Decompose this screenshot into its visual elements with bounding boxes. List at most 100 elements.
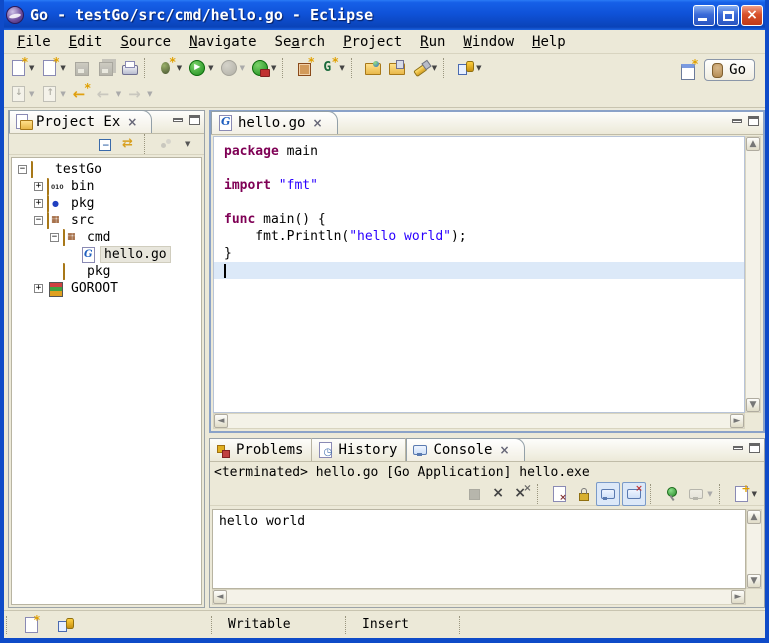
search-dropdown-icon[interactable]: ▼: [432, 64, 437, 72]
new-go-file-button[interactable]: ▼: [317, 56, 346, 80]
minimize-view-icon[interactable]: [173, 118, 183, 122]
close-button[interactable]: ×: [741, 5, 763, 26]
tab-problems[interactable]: Problems: [210, 438, 312, 461]
new-button[interactable]: ▼: [7, 56, 36, 80]
fast-view-button[interactable]: [20, 613, 42, 637]
collapse-all-button[interactable]: [94, 132, 116, 156]
collapse-icon[interactable]: −: [34, 216, 43, 225]
horizontal-sash[interactable]: [209, 433, 765, 438]
new-dropdown-icon[interactable]: ▼: [29, 64, 34, 72]
show-console-stdout-button[interactable]: [596, 482, 620, 506]
tab-console[interactable]: Console×: [406, 438, 524, 461]
maximize-editor-icon[interactable]: [748, 116, 759, 126]
pin-console-icon: [663, 485, 681, 503]
code-editor[interactable]: package mainimport "fmt"func main() { fm…: [213, 136, 745, 413]
menu-navigate[interactable]: Navigate: [180, 32, 265, 52]
new-menu-button[interactable]: ▼: [38, 56, 67, 80]
menu-edit[interactable]: Edit: [60, 32, 112, 52]
menu-help[interactable]: Help: [523, 32, 575, 52]
tree-item-pkg[interactable]: +pkg: [12, 195, 201, 212]
toolbar-separator: [443, 58, 450, 78]
open-console-button[interactable]: ▼: [730, 482, 759, 506]
tree-item-bin[interactable]: +bin: [12, 178, 201, 195]
editor-tab-close-icon[interactable]: ×: [312, 116, 322, 130]
maximize-view-icon[interactable]: [189, 115, 200, 125]
console-scroll-right-icon[interactable]: ►: [731, 590, 745, 604]
search-button[interactable]: ▼: [410, 56, 439, 80]
console-output[interactable]: hello world: [212, 509, 746, 589]
remove-all-terminated-button[interactable]: [511, 482, 533, 506]
collapse-icon[interactable]: −: [18, 165, 27, 174]
go-file-icon: [216, 114, 234, 132]
tree-item-testGo[interactable]: −testGo: [12, 161, 201, 178]
external-tools-dropdown-icon[interactable]: ▼: [271, 64, 276, 72]
tree-item-src[interactable]: −src: [12, 212, 201, 229]
maximize-console-icon[interactable]: [749, 443, 760, 453]
remove-launch-button[interactable]: [487, 482, 509, 506]
new-menu-dropdown-icon[interactable]: ▼: [60, 64, 65, 72]
tree-item-GOROOT[interactable]: +GOROOT: [12, 280, 201, 297]
minimize-editor-icon[interactable]: [732, 119, 742, 123]
scroll-up-icon[interactable]: ▲: [746, 137, 760, 151]
console-scroll-left-icon[interactable]: ◄: [213, 590, 227, 604]
trim-tool-button[interactable]: [54, 613, 76, 637]
go-build-dropdown-icon[interactable]: ▼: [476, 64, 481, 72]
go-perspective-button[interactable]: Go: [704, 59, 755, 81]
editor-tab-hello-go[interactable]: hello.go ×: [211, 111, 338, 134]
run-dropdown-icon[interactable]: ▼: [208, 64, 213, 72]
project-explorer-close-icon[interactable]: ×: [127, 115, 137, 129]
tree-item-pkg[interactable]: pkg: [12, 263, 201, 280]
vertical-sash[interactable]: [205, 110, 209, 608]
menu-window[interactable]: Window: [454, 32, 523, 52]
collapse-icon[interactable]: −: [50, 233, 59, 242]
last-edit-location-button[interactable]: [70, 82, 92, 106]
open-console-dropdown-icon[interactable]: ▼: [752, 490, 757, 498]
run-button[interactable]: ▼: [186, 56, 215, 80]
menu-source[interactable]: Source: [111, 32, 180, 52]
scroll-right-icon[interactable]: ►: [730, 414, 744, 428]
clear-console-button[interactable]: [548, 482, 570, 506]
menu-run[interactable]: Run: [411, 32, 454, 52]
new-go-package-button[interactable]: [293, 56, 315, 80]
eclipse-logo-icon: [6, 6, 24, 24]
go-build-button[interactable]: ▼: [454, 56, 483, 80]
console-icon: [411, 441, 429, 459]
open-perspective-button[interactable]: [677, 58, 699, 82]
scroll-lock-button[interactable]: [572, 482, 594, 506]
expand-icon[interactable]: +: [34, 284, 43, 293]
project-explorer-header: Project Ex ×: [9, 111, 204, 134]
show-console-stderr-button[interactable]: [622, 482, 646, 506]
menu-project[interactable]: Project: [334, 32, 411, 52]
scroll-left-icon[interactable]: ◄: [214, 414, 228, 428]
console-horizontal-scrollbar[interactable]: ◄ ►: [212, 589, 746, 605]
menu-search[interactable]: Search: [266, 32, 335, 52]
expand-icon[interactable]: +: [34, 182, 43, 191]
console-scroll-down-icon[interactable]: ▼: [747, 574, 761, 588]
console-vertical-scrollbar[interactable]: ▲ ▼: [746, 509, 762, 589]
tree-item-hello.go[interactable]: hello.go: [12, 246, 201, 263]
console-scroll-up-icon[interactable]: ▲: [747, 510, 761, 524]
open-resource-button[interactable]: [362, 56, 384, 80]
print-button[interactable]: [118, 56, 140, 80]
project-explorer-tab[interactable]: Project Ex ×: [9, 110, 152, 133]
debug-dropdown-icon[interactable]: ▼: [177, 64, 182, 72]
tab-console-close-icon[interactable]: ×: [499, 443, 509, 457]
new-go-file-dropdown-icon[interactable]: ▼: [339, 64, 344, 72]
minimize-console-icon[interactable]: [733, 446, 743, 450]
menu-file[interactable]: File: [8, 32, 60, 52]
pin-console-button[interactable]: [661, 482, 683, 506]
show-console-stderr-icon: [625, 485, 643, 503]
editor-vertical-scrollbar[interactable]: ▲ ▼: [745, 136, 761, 413]
tree-item-cmd[interactable]: −cmd: [12, 229, 201, 246]
maximize-button[interactable]: [717, 5, 739, 26]
debug-button[interactable]: ▼: [155, 56, 184, 80]
view-menu-button[interactable]: [179, 132, 201, 156]
external-tools-button[interactable]: ▼: [249, 56, 278, 80]
minimize-button[interactable]: [693, 5, 715, 26]
editor-horizontal-scrollbar[interactable]: ◄ ►: [213, 413, 745, 429]
tab-history[interactable]: History: [312, 438, 406, 461]
link-with-editor-button[interactable]: [118, 132, 140, 156]
expand-icon[interactable]: +: [34, 199, 43, 208]
open-file-button[interactable]: [386, 56, 408, 80]
scroll-down-icon[interactable]: ▼: [746, 398, 760, 412]
